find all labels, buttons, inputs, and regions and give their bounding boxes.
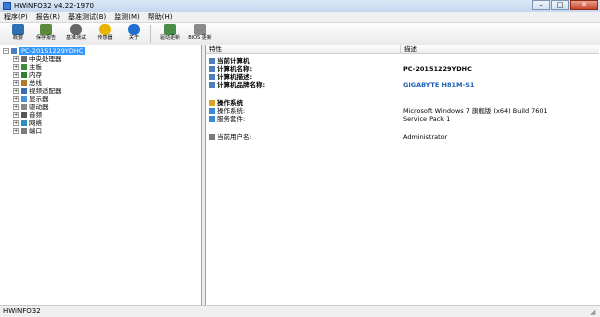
expand-icon[interactable]: + xyxy=(13,80,19,86)
property-row[interactable]: 操作系统: xyxy=(209,107,245,115)
tree-item-memory[interactable]: + 内存 xyxy=(13,71,42,79)
bus-icon xyxy=(21,80,27,86)
save-report-button[interactable]: 保存报告 xyxy=(32,23,60,45)
benchmark-icon xyxy=(70,24,82,35)
property-row[interactable]: 当前用户名: xyxy=(209,133,252,141)
user-icon xyxy=(209,134,215,140)
minimize-button[interactable]: – xyxy=(532,0,550,10)
monitor-icon xyxy=(21,96,27,102)
status-text: HWiNFO32 xyxy=(3,307,41,315)
tree-item-monitor[interactable]: + 显示器 xyxy=(13,95,49,103)
property-row[interactable]: 服务套件: xyxy=(209,115,245,123)
computer-icon xyxy=(11,48,17,54)
section-operating-system: 操作系统 xyxy=(209,99,243,107)
cpu-icon xyxy=(21,56,27,62)
brand-link[interactable]: GIGABYTE H81M-S1 xyxy=(403,81,474,89)
tree-item-video-adapter[interactable]: + 视频适配器 xyxy=(13,87,62,95)
property-row[interactable]: 计算机品牌名称: xyxy=(209,81,265,89)
menu-program[interactable]: 程序(P) xyxy=(0,12,32,22)
property-value: Microsoft Windows 7 旗舰版 (x64) Build 7601 xyxy=(403,107,548,115)
expand-icon[interactable]: + xyxy=(13,128,19,134)
details-pane: 特性 描述 当前计算机 计算机名称: PC-20151229YDHC 计算机描述… xyxy=(205,45,600,305)
windows-icon xyxy=(209,108,215,114)
menu-report[interactable]: 报告(R) xyxy=(32,12,64,22)
about-icon xyxy=(128,24,140,35)
status-bar: HWiNFO32 ◢ xyxy=(0,305,600,317)
resize-grip-icon[interactable]: ◢ xyxy=(590,308,598,316)
sensors-button[interactable]: 传感器 xyxy=(91,23,119,45)
tree-item-cpu[interactable]: + 中央处理器 xyxy=(13,55,62,63)
expand-icon[interactable]: + xyxy=(13,96,19,102)
service-pack-icon xyxy=(209,116,215,122)
window-title: HWiNFO32 v4.22-1970 xyxy=(14,2,94,10)
benchmark-button[interactable]: 基准测试 xyxy=(62,23,90,45)
menu-benchmark[interactable]: 基准测试(B) xyxy=(64,12,110,22)
network-icon xyxy=(21,120,27,126)
toolbar-separator xyxy=(150,25,151,43)
tree-item-bus[interactable]: + 总线 xyxy=(13,79,42,87)
menu-bar: 程序(P) 报告(R) 基准测试(B) 监测(M) 帮助(H) xyxy=(0,12,600,23)
sensors-icon xyxy=(99,24,111,35)
property-value: Service Pack 1 xyxy=(403,115,451,123)
summary-icon xyxy=(12,24,24,35)
column-header-description[interactable]: 描述 xyxy=(401,45,599,54)
tree-item-ports[interactable]: + 端口 xyxy=(13,127,42,135)
expand-icon[interactable]: + xyxy=(13,88,19,94)
port-icon xyxy=(21,128,27,134)
computer-icon xyxy=(209,74,215,80)
app-icon xyxy=(3,2,11,10)
close-button[interactable]: ✕ xyxy=(570,0,598,10)
menu-help[interactable]: 帮助(H) xyxy=(144,12,177,22)
expand-icon[interactable]: + xyxy=(13,112,19,118)
about-button[interactable]: 关于 xyxy=(120,23,148,45)
expand-icon[interactable]: + xyxy=(13,120,19,126)
motherboard-icon xyxy=(21,64,27,70)
maximize-button[interactable]: □ xyxy=(551,0,569,10)
computer-icon xyxy=(209,82,215,88)
summary-button[interactable]: 概要 xyxy=(4,23,32,45)
expand-icon[interactable]: + xyxy=(13,104,19,110)
video-adapter-icon xyxy=(21,88,27,94)
toolbar: 概要 保存报告 基准测试 传感器 关于 驱动更新 BIOS 更新 xyxy=(0,23,600,46)
property-row[interactable]: 计算机名称: xyxy=(209,65,252,73)
expand-icon[interactable]: + xyxy=(13,56,19,62)
section-current-computer: 当前计算机 xyxy=(209,57,250,65)
memory-icon xyxy=(21,72,27,78)
bios-update-icon xyxy=(194,24,206,35)
computer-icon xyxy=(209,66,215,72)
tree-item-drives[interactable]: + 驱动器 xyxy=(13,103,49,111)
drive-icon xyxy=(21,104,27,110)
bios-update-button[interactable]: BIOS 更新 xyxy=(186,23,214,45)
tree-item-motherboard[interactable]: + 主板 xyxy=(13,63,42,71)
property-value: Administrator xyxy=(403,133,448,141)
menu-monitor[interactable]: 监测(M) xyxy=(110,12,144,22)
device-tree: − PC-20151229YDHC + 中央处理器 + 主板 + 内存 + 总线 + 视频适… xyxy=(0,45,202,305)
driver-update-icon xyxy=(164,24,176,35)
driver-update-button[interactable]: 驱动更新 xyxy=(156,23,184,45)
property-row[interactable]: 计算机描述: xyxy=(209,73,252,81)
property-value: PC-20151229YDHC xyxy=(403,65,472,73)
collapse-icon[interactable]: − xyxy=(3,48,9,54)
tree-item-audio[interactable]: + 音频 xyxy=(13,111,42,119)
save-report-icon xyxy=(40,24,52,35)
tree-item-network[interactable]: + 网络 xyxy=(13,119,42,127)
os-icon xyxy=(209,100,215,106)
audio-icon xyxy=(21,112,27,118)
expand-icon[interactable]: + xyxy=(13,72,19,78)
expand-icon[interactable]: + xyxy=(13,64,19,70)
tree-root[interactable]: − PC-20151229YDHC xyxy=(3,47,86,55)
column-header-feature[interactable]: 特性 xyxy=(206,45,401,54)
computer-icon xyxy=(209,58,215,64)
